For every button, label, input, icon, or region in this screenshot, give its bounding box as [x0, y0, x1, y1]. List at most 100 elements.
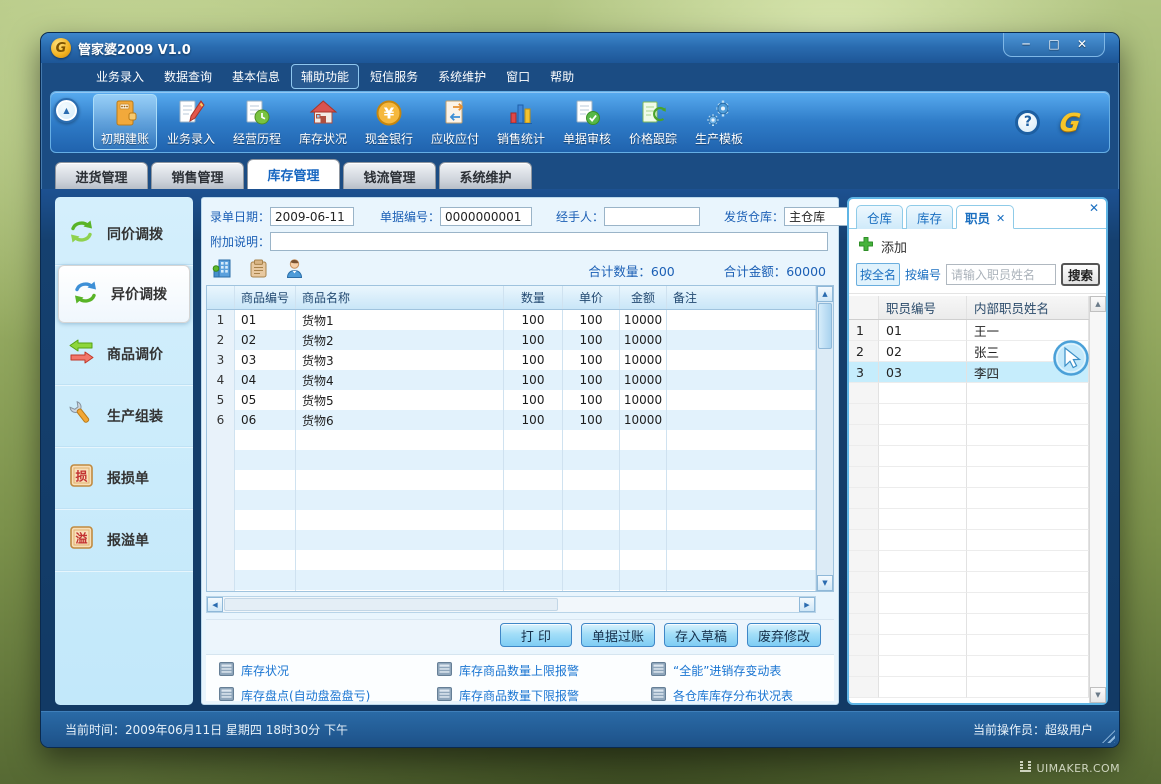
items-table-row[interactable]: 404货物410010010000: [207, 370, 816, 390]
sidebar-item-1[interactable]: 同价调拨: [55, 203, 193, 265]
items-cell: [296, 590, 504, 591]
menu-item-2[interactable]: 数据查询: [155, 65, 221, 88]
date-input[interactable]: [270, 207, 354, 226]
toolbar-item-5[interactable]: ¥现金银行: [357, 94, 421, 150]
warehouse-select-icon[interactable]: [212, 258, 233, 282]
quick-link-1[interactable]: 库存状况: [219, 662, 437, 679]
sidebar-item-5[interactable]: 损报损单: [55, 447, 193, 509]
items-table-row[interactable]: 606货物610010010000: [207, 410, 816, 430]
employee-cell: [849, 635, 879, 656]
content-area: 同价调拨异价调拨商品调价生产组装损报损单溢报溢单 录单日期： 单据编号： 经手人…: [41, 189, 1119, 711]
scroll-down-icon[interactable]: [1090, 687, 1106, 703]
scroll-right-icon[interactable]: [799, 597, 815, 612]
items-header-cell: 备注: [667, 286, 816, 309]
tab-2[interactable]: 销售管理: [151, 162, 244, 189]
quick-link-5[interactable]: 库存商品数量下限报警: [437, 687, 651, 704]
tab-1[interactable]: 进货管理: [55, 162, 148, 189]
employee-cell: [967, 656, 1089, 677]
add-button[interactable]: 添加: [881, 237, 907, 256]
items-cell: [620, 490, 667, 510]
scroll-track[interactable]: [223, 597, 799, 612]
help-icon[interactable]: ?: [1015, 110, 1040, 135]
lookup-panel: 仓库库存职员 添加 按全名 按编号 搜索 职员编号内部职员姓名 101王一202…: [847, 197, 1108, 705]
tab-5[interactable]: 系统维护: [439, 162, 532, 189]
filter-by-name-button[interactable]: 按全名: [856, 263, 900, 286]
items-cell: [207, 450, 235, 470]
toolbar-item-7[interactable]: 销售统计: [489, 94, 553, 150]
print-button[interactable]: 打 印: [500, 623, 572, 647]
scroll-up-icon[interactable]: [1090, 296, 1106, 312]
employee-cell: 02: [879, 341, 967, 362]
items-table-row[interactable]: 202货物210010010000: [207, 330, 816, 350]
minimize-button[interactable]: ─: [1018, 37, 1034, 51]
toolbar-item-4[interactable]: 库存状况: [291, 94, 355, 150]
quick-link-2[interactable]: 库存商品数量上限报警: [437, 662, 651, 679]
filter-by-code-button[interactable]: 按编号: [905, 266, 941, 283]
search-button[interactable]: 搜索: [1061, 263, 1100, 286]
close-button[interactable]: ✕: [1074, 37, 1090, 51]
lookup-tab-2[interactable]: 库存: [906, 205, 953, 229]
maximize-button[interactable]: □: [1046, 37, 1062, 51]
items-table-row[interactable]: 505货物510010010000: [207, 390, 816, 410]
note-input[interactable]: [270, 232, 828, 251]
tab-3[interactable]: 库存管理: [247, 159, 340, 189]
menu-item-5[interactable]: 短信服务: [361, 65, 427, 88]
lookup-tab-3[interactable]: 职员: [956, 205, 1014, 229]
lookup-tab-1[interactable]: 仓库: [856, 205, 903, 229]
employee-cell: [879, 446, 967, 467]
items-cell: [207, 530, 235, 550]
quick-link-4[interactable]: 库存盘点(自动盘盈盘亏): [219, 687, 437, 704]
toolbar-item-10[interactable]: 生产模板: [687, 94, 751, 150]
menu-item-3[interactable]: 基本信息: [223, 65, 289, 88]
menu-item-6[interactable]: 系统维护: [429, 65, 495, 88]
menu-item-4[interactable]: 辅助功能: [291, 64, 359, 89]
scroll-thumb[interactable]: [818, 303, 832, 349]
employee-empty-row: [849, 488, 1089, 509]
scroll-down-icon[interactable]: [817, 575, 833, 591]
employee-scrollbar[interactable]: [1089, 296, 1106, 703]
employee-search-input[interactable]: [946, 264, 1056, 285]
quick-link-3[interactable]: “全能”进销存变动表: [651, 662, 834, 679]
toolbar-items: 初期建账业务录入经营历程库存状况¥现金银行应收应付销售统计单据审核价格跟踪生产模…: [93, 92, 751, 152]
save-draft-button[interactable]: 存入草稿: [664, 623, 738, 647]
items-horizontal-scrollbar[interactable]: [206, 596, 816, 613]
items-cell: [667, 410, 816, 430]
tab-4[interactable]: 钱流管理: [343, 162, 436, 189]
scroll-thumb[interactable]: [224, 598, 558, 611]
items-table-row[interactable]: 303货物310010010000: [207, 350, 816, 370]
menu-item-8[interactable]: 帮助: [541, 65, 583, 88]
sidebar-item-2[interactable]: 异价调拨: [58, 265, 190, 323]
toolbar-item-9[interactable]: 价格跟踪: [621, 94, 685, 150]
employee-select-icon[interactable]: [284, 258, 305, 282]
scroll-up-icon[interactable]: [817, 286, 833, 302]
employee-row[interactable]: 101王一: [849, 320, 1089, 341]
tab-close-icon[interactable]: [990, 210, 1005, 225]
handler-input[interactable]: [604, 207, 700, 226]
quick-links: 库存状况库存商品数量上限报警“全能”进销存变动表库存盘点(自动盘盈盘亏)库存商品…: [206, 654, 834, 701]
toolbar-item-6[interactable]: 应收应付: [423, 94, 487, 150]
employee-header-cell: 内部职员姓名: [967, 296, 1089, 319]
discard-changes-button[interactable]: 废弃修改: [747, 623, 821, 647]
sidebar-item-3[interactable]: 商品调价: [55, 323, 193, 385]
items-table-row[interactable]: 101货物110010010000: [207, 310, 816, 330]
toolbar-item-1[interactable]: 初期建账: [93, 94, 157, 150]
sidebar-item-4[interactable]: 生产组装: [55, 385, 193, 447]
panel-close-icon[interactable]: [1089, 201, 1099, 215]
resize-grip[interactable]: [1102, 730, 1115, 743]
toolbar-item-2[interactable]: 业务录入: [159, 94, 223, 150]
toolbar-item-8[interactable]: 单据审核: [555, 94, 619, 150]
menu-item-7[interactable]: 窗口: [497, 65, 539, 88]
items-vertical-scrollbar[interactable]: [816, 286, 833, 591]
menu-item-1[interactable]: 业务录入: [87, 65, 153, 88]
items-cell: 100: [504, 330, 563, 350]
employee-cell: [879, 530, 967, 551]
doc-no-input[interactable]: [440, 207, 532, 226]
post-document-button[interactable]: 单据过账: [581, 623, 655, 647]
goods-select-icon[interactable]: [248, 258, 269, 282]
sidebar-item-6[interactable]: 溢报溢单: [55, 509, 193, 571]
toolbar-item-3[interactable]: 经营历程: [225, 94, 289, 150]
collapse-toolbar-button[interactable]: [54, 98, 79, 123]
items-cell: [667, 490, 816, 510]
quick-link-6[interactable]: 各仓库库存分布状况表: [651, 687, 834, 704]
scroll-left-icon[interactable]: [207, 597, 223, 612]
